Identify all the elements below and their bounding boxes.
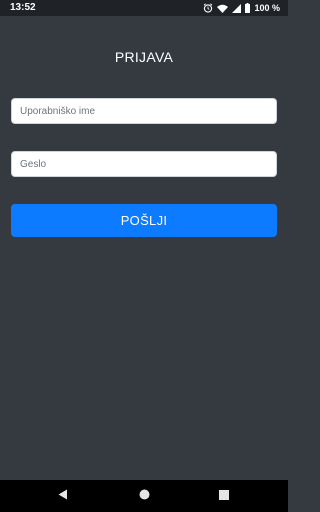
submit-button[interactable]: POŠLJI — [11, 204, 277, 237]
status-time: 13:52 — [10, 2, 36, 13]
status-bar: 13:52 100 % — [0, 0, 288, 16]
battery-icon — [245, 3, 251, 13]
signal-icon — [232, 3, 242, 13]
login-screen: 13:52 100 % PRIJAVA Uporabniško ime POŠL… — [0, 0, 288, 512]
navigation-bar — [0, 480, 288, 512]
status-icons: 100 % — [203, 0, 280, 16]
recent-apps-button[interactable] — [204, 480, 244, 512]
password-input[interactable] — [11, 151, 277, 177]
back-button[interactable] — [43, 480, 83, 512]
username-input[interactable] — [11, 98, 277, 124]
battery-percent: 100 % — [254, 3, 280, 13]
alarm-icon — [203, 3, 213, 13]
back-icon — [58, 487, 68, 505]
home-button[interactable] — [124, 480, 164, 512]
wifi-icon — [217, 4, 229, 13]
recent-apps-icon — [219, 487, 229, 505]
home-icon — [139, 487, 150, 505]
page-title: PRIJAVA — [114, 49, 174, 65]
